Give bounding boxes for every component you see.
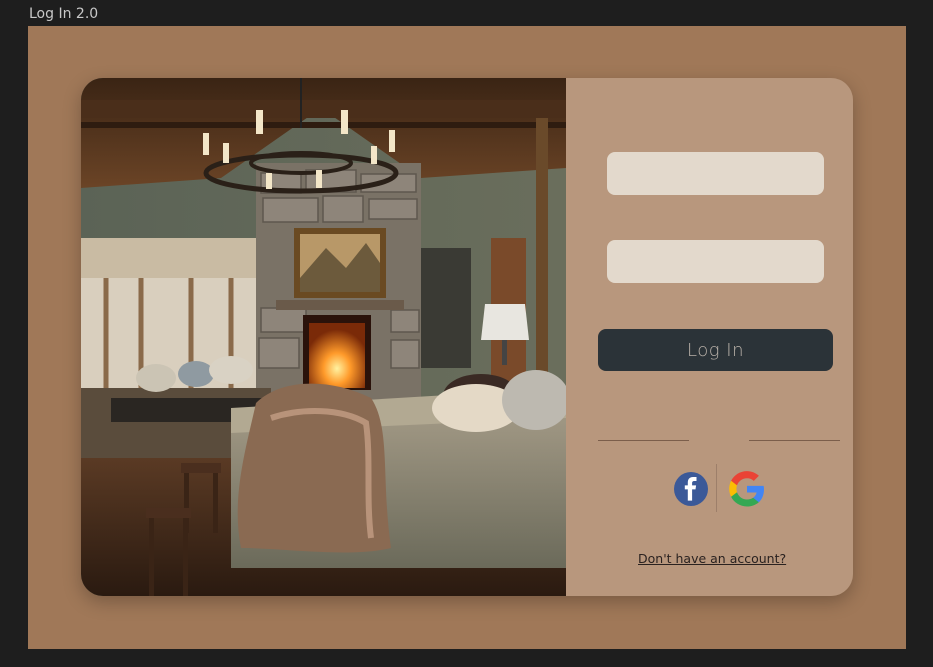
- artboard: Log In Don't have an account?: [28, 26, 906, 649]
- google-icon[interactable]: [726, 468, 768, 510]
- facebook-icon[interactable]: [670, 468, 712, 510]
- social-separator: [716, 464, 717, 512]
- signup-link[interactable]: Don't have an account?: [638, 551, 786, 566]
- divider-left: [598, 440, 689, 441]
- bedroom-photo: [81, 78, 566, 596]
- login-card: Log In Don't have an account?: [81, 78, 853, 596]
- divider-right: [749, 440, 840, 441]
- username-input[interactable]: [607, 152, 824, 195]
- login-form-panel: Log In Don't have an account?: [566, 78, 853, 596]
- frame-title: Log In 2.0: [29, 6, 99, 22]
- login-button[interactable]: Log In: [598, 329, 833, 371]
- password-input[interactable]: [607, 240, 824, 283]
